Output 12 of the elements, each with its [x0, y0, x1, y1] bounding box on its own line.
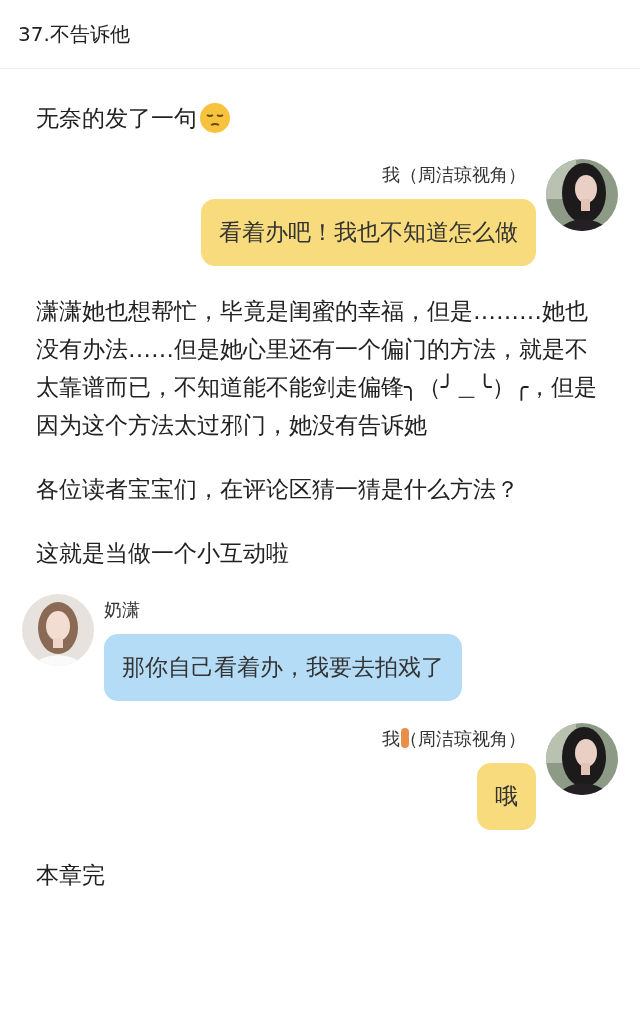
- message-bubble: 哦: [477, 763, 536, 830]
- story-paragraph: 潇潇她也想帮忙，毕竟是闺蜜的幸福，但是………她也没有办法……但是她心里还有一个偏门的方法，就是不太靠谱而已，不知道能不能剑走偏锋╮（╯＿╰）╭，但是因为这个方法太过邪门，她没有告诉她: [36, 297, 599, 440]
- story-paragraph: 本章完: [36, 861, 105, 890]
- chapter-title: 37.不告诉他: [18, 20, 130, 48]
- story-paragraph: 各位读者宝宝们，在评论区猜一猜是什么方法？: [36, 475, 519, 504]
- story-paragraph: 这就是当做一个小互动啦: [36, 539, 289, 568]
- message-bubble: 看着办吧！我也不知道怎么做: [201, 199, 536, 266]
- sender-name: 我（周洁琼视角）: [382, 163, 526, 187]
- message-bubble: 那你自己看着办，我要去拍戏了: [104, 634, 462, 701]
- story-paragraph: 无奈的发了一句: [36, 104, 197, 133]
- sender-name: 我（周洁琼视角）: [382, 727, 526, 751]
- sender-name: 奶潇: [104, 598, 140, 622]
